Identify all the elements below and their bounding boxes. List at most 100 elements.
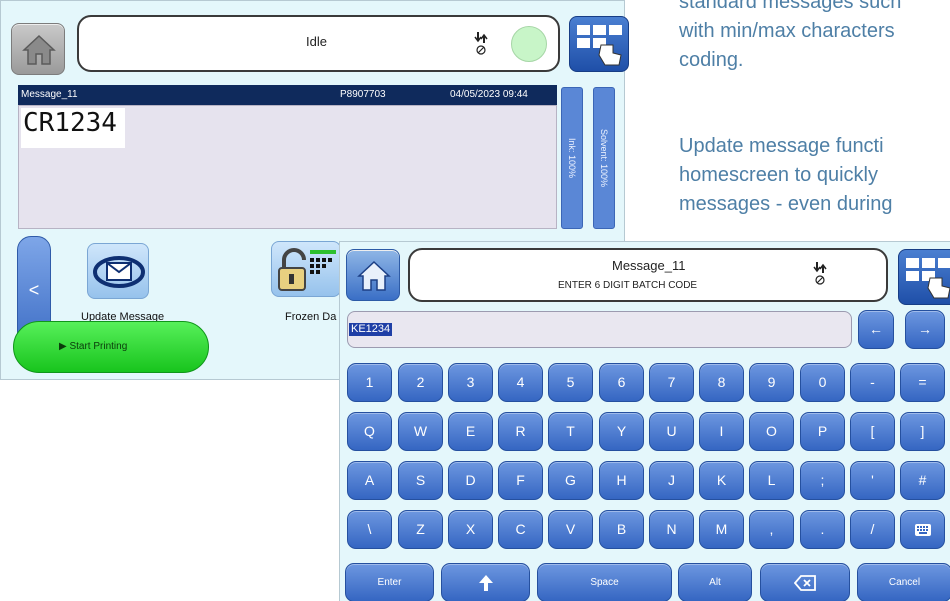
ink-drop-icon <box>474 32 488 55</box>
key-0-8[interactable]: 9 <box>749 363 794 402</box>
key-3-0[interactable]: \ <box>347 510 392 549</box>
key-label: E <box>465 423 476 439</box>
key-3-10[interactable]: / <box>850 510 895 549</box>
key-1-3[interactable]: R <box>498 412 543 451</box>
key-label: F <box>516 472 525 488</box>
key-2-5[interactable]: H <box>599 461 644 500</box>
key-3-6[interactable]: N <box>649 510 694 549</box>
cursor-left-key[interactable]: ← <box>858 310 894 349</box>
message-name: Message_11 <box>21 89 78 100</box>
key-1-4[interactable]: T <box>548 412 593 451</box>
key-label: , <box>769 521 774 537</box>
key-1-8[interactable]: O <box>749 412 794 451</box>
key-label: C <box>515 521 526 537</box>
start-printing-label: ▶ Start Printing <box>59 341 128 352</box>
backspace-key[interactable] <box>760 563 850 601</box>
key-3-3[interactable]: C <box>498 510 543 549</box>
key-3-8[interactable]: , <box>749 510 794 549</box>
alt-key[interactable]: Alt <box>678 563 752 601</box>
key-1-1[interactable]: W <box>398 412 443 451</box>
space-key[interactable]: Space <box>537 563 672 601</box>
home-button[interactable] <box>346 249 400 301</box>
key-label: 9 <box>767 374 776 390</box>
batch-code-input[interactable]: KE1234 <box>347 311 852 348</box>
status-text: Idle <box>306 34 327 49</box>
key-0-9[interactable]: 0 <box>800 363 845 402</box>
description-line: Update message functi <box>679 135 884 157</box>
key-3-7[interactable]: M <box>699 510 744 549</box>
key-label: N <box>666 521 677 537</box>
key-2-6[interactable]: J <box>649 461 694 500</box>
update-message-button[interactable] <box>87 243 149 299</box>
menu-button[interactable] <box>569 16 629 72</box>
description-bottom: Update message functi homescreen to quic… <box>679 132 892 219</box>
key-0-11[interactable]: = <box>900 363 945 402</box>
frozen-data-button[interactable] <box>271 241 341 297</box>
key-3-4[interactable]: V <box>548 510 593 549</box>
start-printing-button[interactable]: ▶ Start Printing <box>13 321 209 373</box>
description-line: homescreen to quickly <box>679 164 878 186</box>
key-2-8[interactable]: L <box>749 461 794 500</box>
home-button[interactable] <box>11 23 65 75</box>
key-2-9[interactable]: ; <box>800 461 845 500</box>
key-3-1[interactable]: Z <box>398 510 443 549</box>
menu-button[interactable] <box>898 249 950 305</box>
key-1-6[interactable]: U <box>649 412 694 451</box>
key-label: \ <box>367 521 372 537</box>
description-line: standard messages such <box>679 0 902 13</box>
home-icon <box>357 260 391 291</box>
arrow-right-icon: → <box>918 321 932 337</box>
key-2-11[interactable]: # <box>900 461 945 500</box>
key-1-11[interactable]: ] <box>900 412 945 451</box>
description-top: standard messages such with min/max char… <box>679 0 901 75</box>
shift-key[interactable] <box>441 563 530 601</box>
key-1-10[interactable]: [ <box>850 412 895 451</box>
key-1-5[interactable]: Y <box>599 412 644 451</box>
key-2-4[interactable]: G <box>548 461 593 500</box>
key-2-7[interactable]: K <box>699 461 744 500</box>
key-0-5[interactable]: 6 <box>599 363 644 402</box>
key-2-2[interactable]: D <box>448 461 493 500</box>
key-label: D <box>465 472 476 488</box>
key-3-9[interactable]: . <box>800 510 845 549</box>
key-label: 0 <box>818 374 827 390</box>
cursor-right-key[interactable]: → <box>905 310 945 349</box>
key-0-4[interactable]: 5 <box>548 363 593 402</box>
key-2-0[interactable]: A <box>347 461 392 500</box>
key-label: 8 <box>717 374 726 390</box>
enter-key[interactable]: Enter <box>345 563 434 601</box>
key-label: O <box>766 423 777 439</box>
key-label: T <box>566 423 575 439</box>
key-0-6[interactable]: 7 <box>649 363 694 402</box>
key-1-9[interactable]: P <box>800 412 845 451</box>
key-1-0[interactable]: Q <box>347 412 392 451</box>
message-preview-panel[interactable]: CR1234 <box>18 105 557 229</box>
key-label: 5 <box>566 374 575 390</box>
key-0-10[interactable]: - <box>850 363 895 402</box>
key-label: U <box>666 423 677 439</box>
key-1-2[interactable]: E <box>448 412 493 451</box>
key-0-0[interactable]: 1 <box>347 363 392 402</box>
menu-grid-icon <box>577 25 622 66</box>
key-1-7[interactable]: I <box>699 412 744 451</box>
batch-code-value: KE1234 <box>349 323 393 336</box>
key-3-5[interactable]: B <box>599 510 644 549</box>
key-0-3[interactable]: 4 <box>498 363 543 402</box>
ink-drop-icon <box>813 262 827 285</box>
key-2-3[interactable]: F <box>498 461 543 500</box>
key-0-2[interactable]: 3 <box>448 363 493 402</box>
key-2-1[interactable]: S <box>398 461 443 500</box>
keyboard-toggle-key[interactable] <box>900 510 945 549</box>
cancel-key[interactable]: Cancel <box>857 563 950 601</box>
ink-level-bar: Ink: 100% <box>561 87 583 229</box>
key-0-1[interactable]: 2 <box>398 363 443 402</box>
key-0-7[interactable]: 8 <box>699 363 744 402</box>
keyboard-title: Message_11 <box>612 258 686 273</box>
key-label: . <box>820 521 825 537</box>
key-label: / <box>870 521 875 537</box>
solvent-level-label: Solvent: 100% <box>599 128 609 188</box>
key-3-2[interactable]: X <box>448 510 493 549</box>
key-2-10[interactable]: ' <box>850 461 895 500</box>
previous-arrow-icon: < <box>28 280 40 300</box>
key-label: 1 <box>365 374 374 390</box>
